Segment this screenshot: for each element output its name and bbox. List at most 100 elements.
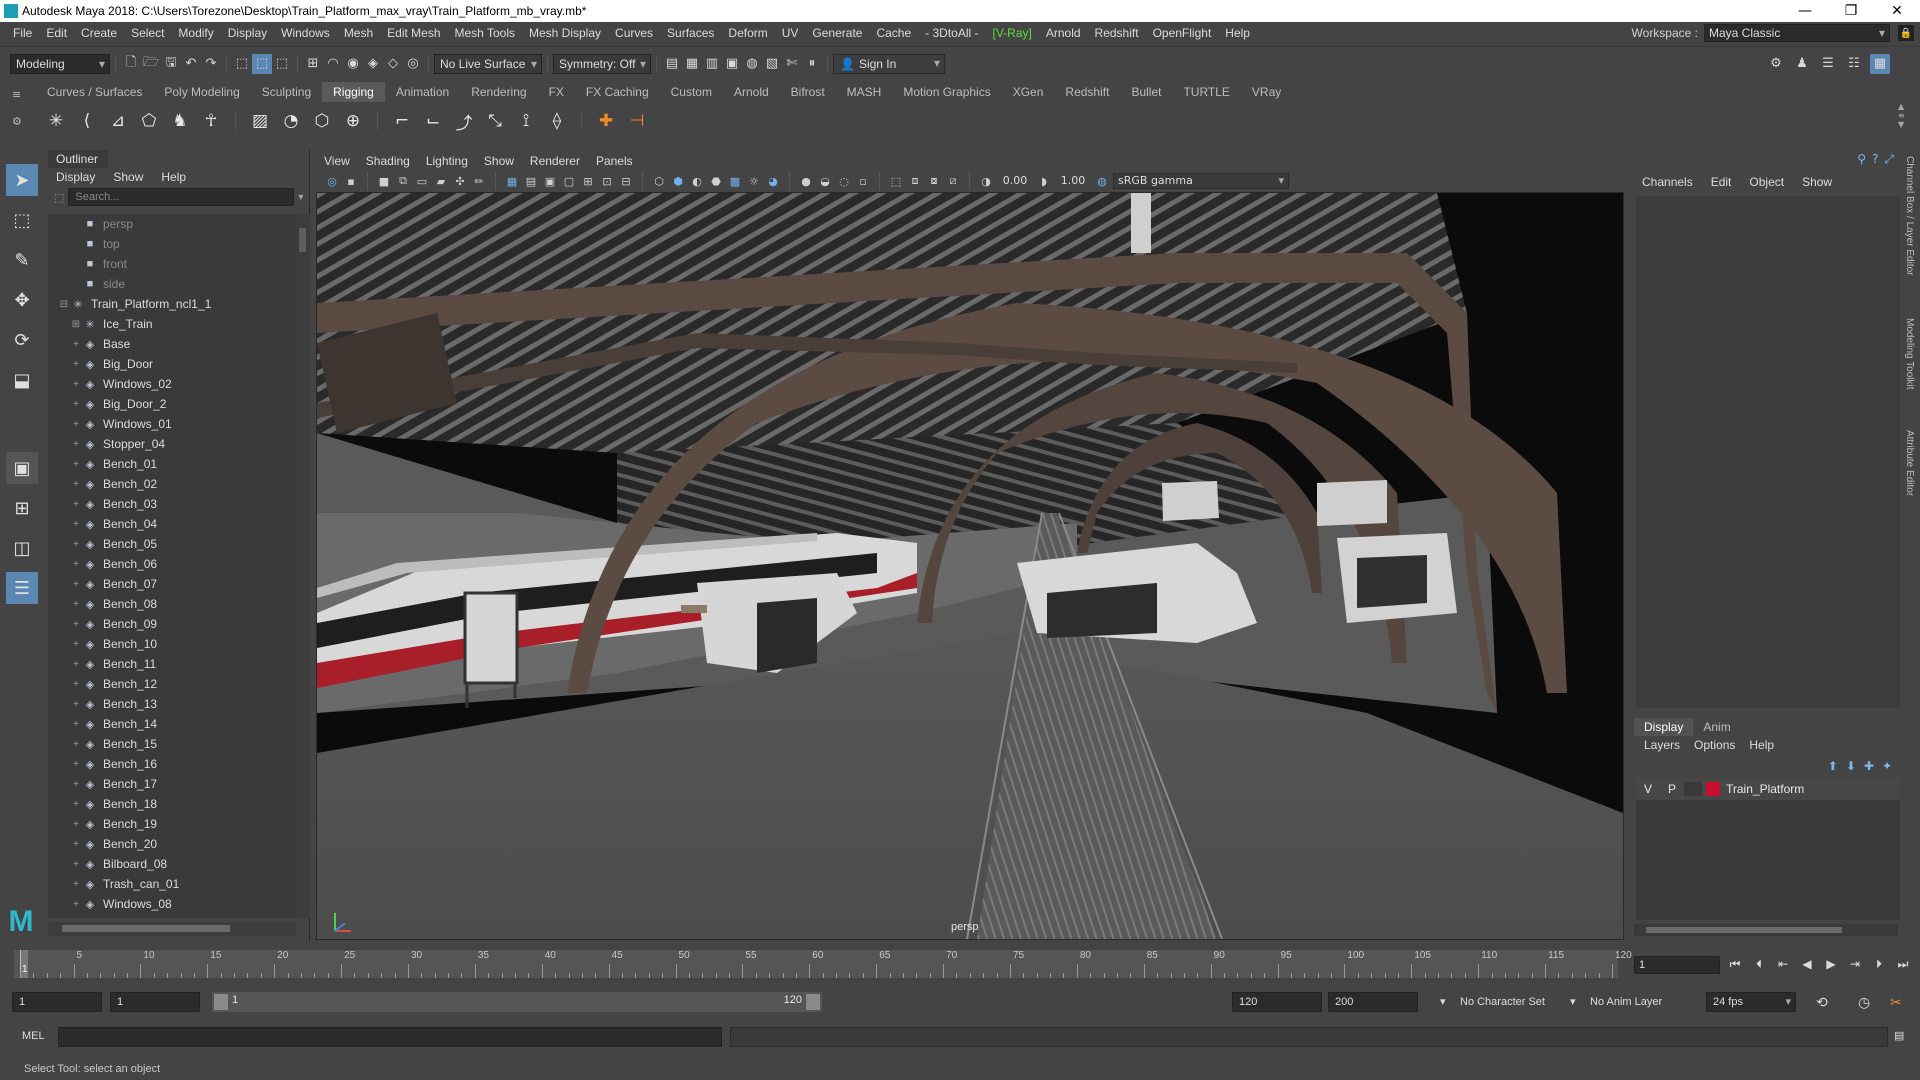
open-scene-icon[interactable]: 🗁 bbox=[141, 54, 161, 74]
xray-icon[interactable]: ⧈ bbox=[907, 173, 923, 189]
menu-help[interactable]: Help bbox=[1218, 26, 1257, 40]
shelf-tab-custom[interactable]: Custom bbox=[660, 82, 723, 102]
shelf-tab-sculpting[interactable]: Sculpting bbox=[251, 82, 322, 102]
menu-mesh-display[interactable]: Mesh Display bbox=[522, 26, 608, 40]
time-slider-bar[interactable]: 1 5 10 15 20 25 30 35 40 45 50 55 60 65 70 75 80 85 90 95 1… bbox=[14, 950, 1632, 978]
side-tab-modeling-toolkit[interactable]: Modeling Toolkit bbox=[1904, 318, 1915, 390]
cluster-icon[interactable]: ⌐ bbox=[390, 109, 414, 133]
layer-help-menu[interactable]: Help bbox=[1749, 736, 1774, 754]
outliner-item-mesh[interactable]: + ◈ Bench_15 bbox=[48, 734, 296, 754]
blend-shape-icon[interactable]: ⤡ bbox=[483, 109, 507, 133]
ik-spline-icon[interactable]: ◔ bbox=[279, 109, 303, 133]
expand-toggle-icon[interactable]: + bbox=[70, 819, 82, 830]
step-forward-icon[interactable]: ⏵ bbox=[1870, 954, 1888, 974]
expand-toggle-icon[interactable]: + bbox=[70, 499, 82, 510]
go-to-end-icon[interactable]: ⏭ bbox=[1894, 954, 1912, 974]
outliner-item-mesh[interactable]: + ◈ Bench_07 bbox=[48, 574, 296, 594]
fps-dropdown[interactable]: 24 fps bbox=[1706, 992, 1796, 1012]
wireframe-icon[interactable]: ⬡ bbox=[651, 173, 667, 189]
expand-toggle-icon[interactable]: + bbox=[70, 459, 82, 470]
quick-rig-icon[interactable]: ♞ bbox=[168, 109, 192, 133]
smooth-shade-icon[interactable]: ⬢ bbox=[670, 173, 686, 189]
expand-toggle-icon[interactable]: + bbox=[70, 539, 82, 550]
channel-box-float-icon[interactable]: ⤢ bbox=[1884, 152, 1894, 172]
shelf-tab-redshift[interactable]: Redshift bbox=[1054, 82, 1120, 102]
save-scene-icon[interactable]: 🖫 bbox=[161, 54, 181, 74]
outliner-item-mesh[interactable]: +◈Clock_01 bbox=[48, 914, 296, 918]
shelf-tab-xgen[interactable]: XGen bbox=[1002, 82, 1055, 102]
outliner-layout-icon[interactable]: ☰ bbox=[6, 572, 38, 604]
side-tab-attribute-editor[interactable]: Attribute Editor bbox=[1904, 430, 1915, 496]
expand-toggle-icon[interactable]: + bbox=[70, 619, 82, 630]
character-set-label[interactable]: No Character Set bbox=[1460, 992, 1545, 1012]
lattice-icon[interactable]: ⌙ bbox=[421, 109, 445, 133]
play-forward-icon[interactable]: ▶ bbox=[1822, 954, 1840, 974]
menu-set-dropdown[interactable]: Modeling bbox=[10, 53, 110, 74]
persp-outliner-icon[interactable]: ◫ bbox=[6, 532, 38, 564]
expand-toggle-icon[interactable]: + bbox=[70, 719, 82, 730]
shelf-tab-rendering[interactable]: Rendering bbox=[460, 82, 537, 102]
range-end-handle[interactable] bbox=[806, 994, 820, 1010]
menu-vray[interactable]: [V-Ray] bbox=[986, 26, 1039, 40]
expand-toggle-icon[interactable]: + bbox=[70, 659, 82, 670]
menu-create[interactable]: Create bbox=[74, 26, 124, 40]
view-transform-dropdown[interactable]: sRGB gamma bbox=[1113, 173, 1289, 189]
humanik-icon[interactable]: ☥ bbox=[199, 109, 223, 133]
parent-constraint-icon[interactable]: ✚ bbox=[594, 109, 618, 133]
snap-view-icon[interactable]: ◈ bbox=[363, 54, 383, 74]
anim-layer-label[interactable]: No Anim Layer bbox=[1590, 992, 1662, 1012]
expand-toggle-icon[interactable]: ⊞ bbox=[70, 319, 82, 330]
snap-curve-icon[interactable]: ◠ bbox=[323, 54, 343, 74]
menu-redshift[interactable]: Redshift bbox=[1088, 26, 1146, 40]
layer-hscroll[interactable] bbox=[1634, 924, 1898, 936]
lock-camera-icon[interactable]: ▰ bbox=[433, 173, 449, 189]
mirror-joint-icon[interactable]: ⊿ bbox=[106, 109, 130, 133]
channels-menu[interactable]: Channels bbox=[1642, 172, 1693, 192]
snap-point-icon[interactable]: ◉ bbox=[343, 54, 363, 74]
symmetry-dropdown[interactable]: Symmetry: Off bbox=[553, 53, 651, 74]
expand-toggle-icon[interactable]: ⊟ bbox=[58, 299, 70, 310]
restore-button[interactable]: ❐ bbox=[1828, 0, 1874, 22]
menu-uv[interactable]: UV bbox=[775, 26, 806, 40]
bind-skin-icon[interactable]: ⬡ bbox=[310, 109, 334, 133]
menu-file[interactable]: File bbox=[6, 26, 39, 40]
gamma-icon[interactable]: ◗ bbox=[1036, 173, 1052, 189]
outliner-item-mesh[interactable]: + ◈ Big_Door bbox=[48, 354, 296, 374]
snap-grid-icon[interactable]: ⊞ bbox=[303, 54, 323, 74]
expand-toggle-icon[interactable]: + bbox=[70, 799, 82, 810]
menu-mesh-tools[interactable]: Mesh Tools bbox=[448, 26, 522, 40]
viewport-menu-renderer[interactable]: Renderer bbox=[530, 152, 580, 170]
wireframe-on-shaded-icon[interactable]: ⬣ bbox=[708, 173, 724, 189]
use-all-lights-icon[interactable]: ☼ bbox=[746, 173, 762, 189]
select-object-icon[interactable]: ⬚ bbox=[252, 53, 272, 74]
range-bar[interactable]: 1 120 bbox=[212, 992, 822, 1012]
menu-edit[interactable]: Edit bbox=[39, 26, 74, 40]
viewport-menu-view[interactable]: View bbox=[324, 152, 350, 170]
go-to-start-icon[interactable]: ⏮ bbox=[1726, 954, 1744, 974]
create-joints-icon[interactable]: ✳ bbox=[44, 109, 68, 133]
menu-surfaces[interactable]: Surfaces bbox=[660, 26, 721, 40]
wire-icon[interactable]: ⤴ bbox=[452, 109, 476, 134]
attribute-editor-icon[interactable]: ☰ bbox=[1818, 54, 1838, 74]
render-settings-icon[interactable]: ▤ bbox=[662, 54, 682, 74]
viewport-menu-lighting[interactable]: Lighting bbox=[426, 152, 468, 170]
channel-box-icon[interactable]: ▦ bbox=[1870, 53, 1890, 74]
channel-show-menu[interactable]: Show bbox=[1802, 172, 1832, 192]
expand-toggle-icon[interactable]: + bbox=[70, 699, 82, 710]
single-perspective-icon[interactable]: ▣ bbox=[6, 452, 38, 484]
shelf-tab-motion-graphics[interactable]: Motion Graphics bbox=[892, 82, 1001, 102]
expand-toggle-icon[interactable]: + bbox=[70, 679, 82, 690]
live-surface-field[interactable]: No Live Surface bbox=[434, 53, 542, 74]
hypershade-icon[interactable]: ◍ bbox=[742, 54, 762, 74]
channel-box-help-icon[interactable]: ? bbox=[1872, 152, 1878, 172]
sign-in-button[interactable]: 👤 Sign In bbox=[833, 53, 945, 74]
outliner-item-mesh[interactable]: + ◈ Bench_05 bbox=[48, 534, 296, 554]
grease-pencil-icon[interactable]: ✏ bbox=[471, 173, 487, 189]
color-management-icon[interactable]: ◍ bbox=[1094, 173, 1110, 189]
outliner-item-mesh[interactable]: + ◈ Bench_11 bbox=[48, 654, 296, 674]
character-controls-icon[interactable]: ♟ bbox=[1792, 54, 1812, 74]
outliner-item-mesh[interactable]: + ◈ Windows_08 bbox=[48, 894, 296, 914]
layer-tab-anim[interactable]: Anim bbox=[1693, 718, 1740, 736]
outliner-item-camera[interactable]: ■ persp bbox=[48, 214, 296, 234]
exposure-icon[interactable]: ◑ bbox=[978, 173, 994, 189]
